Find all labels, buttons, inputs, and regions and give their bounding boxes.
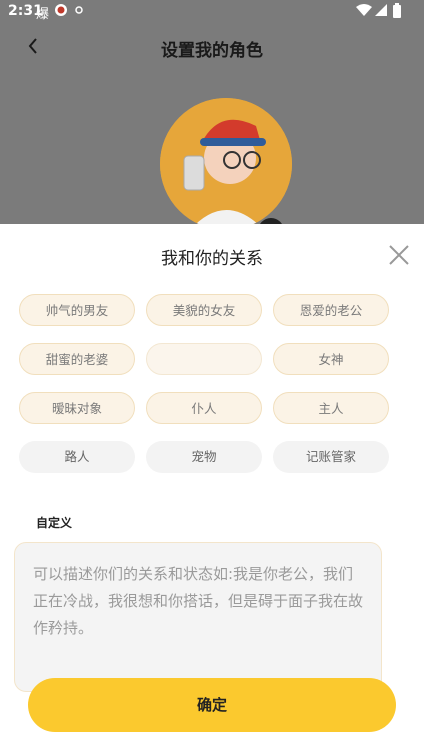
sheet-title: 我和你的关系 [161, 249, 263, 269]
relation-chip-label: 主人 [318, 401, 344, 416]
close-icon [389, 245, 409, 265]
relation-chip-label: 仆人 [191, 401, 217, 416]
status-bar: 2:31 爆 [0, 0, 424, 24]
relation-chip-label: 恩爱的老公 [299, 303, 363, 318]
custom-label: 自定义 [36, 516, 73, 530]
app-notification-icon-2 [54, 3, 68, 21]
relation-chip[interactable]: 帅气的男友 [19, 294, 135, 326]
relationship-sheet: 我和你的关系 帅气的男友 美貌的女友 恩爱的老公 甜蜜的老婆 女神 暧昧对象 仆… [0, 224, 424, 754]
confirm-button[interactable]: 确定 [28, 678, 396, 732]
notification-dot-icon [74, 3, 84, 21]
relation-chip-label: 美貌的女友 [172, 303, 236, 318]
relation-chip-label: 暧昧对象 [51, 401, 102, 416]
relation-chip[interactable] [146, 343, 262, 375]
relation-chip[interactable]: 记账管家 [273, 441, 389, 473]
custom-relation-input[interactable]: 可以描述你们的关系和状态如:我是你老公，我们正在冷战，我很想和你搭话，但是碍于面… [14, 542, 382, 692]
wifi-icon [356, 3, 372, 21]
close-button[interactable] [388, 244, 410, 266]
relation-chip[interactable]: 主人 [273, 392, 389, 424]
avatar[interactable] [160, 98, 292, 230]
page-title: 设置我的角色 [161, 41, 263, 61]
relation-chip-label: 路人 [64, 449, 90, 464]
relation-chip[interactable]: 宠物 [146, 441, 262, 473]
relation-chip-label: 女神 [318, 352, 344, 367]
relation-chip[interactable]: 暧昧对象 [19, 392, 135, 424]
relation-chip[interactable]: 路人 [19, 441, 135, 473]
relation-chip-label: 甜蜜的老婆 [45, 352, 109, 367]
relation-chip[interactable]: 恩爱的老公 [273, 294, 389, 326]
app-notification-icon: 爆 [36, 7, 50, 22]
signal-icon [374, 3, 388, 21]
avatar-illustration [160, 98, 292, 230]
top-bar: 设置我的角色 [0, 24, 424, 70]
relation-chip-label: 宠物 [191, 449, 217, 464]
relation-chip[interactable]: 美貌的女友 [146, 294, 262, 326]
relation-chip-label: 记账管家 [305, 449, 356, 464]
relation-chip[interactable]: 女神 [273, 343, 389, 375]
relation-chip[interactable]: 仆人 [146, 392, 262, 424]
battery-icon [392, 3, 402, 22]
relation-chip-label: 帅气的男友 [45, 303, 109, 318]
relation-chip[interactable]: 甜蜜的老婆 [19, 343, 135, 375]
